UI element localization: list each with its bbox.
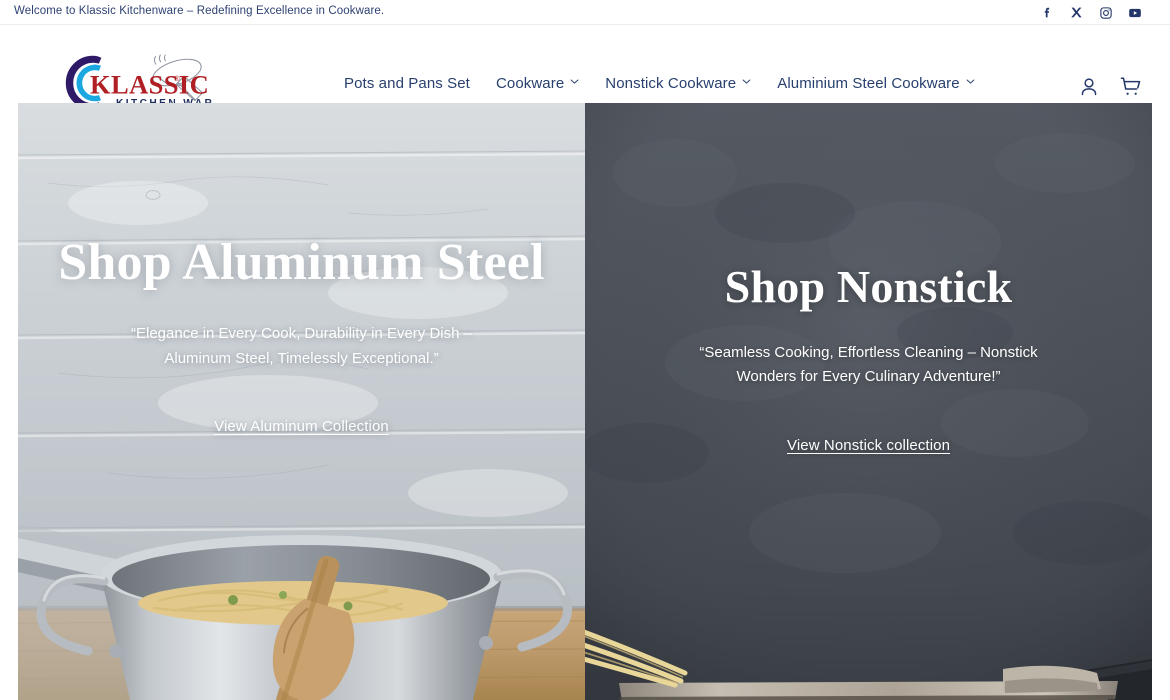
x-twitter-icon[interactable]	[1069, 5, 1084, 20]
nav-label: Pots and Pans Set	[344, 75, 470, 92]
chevron-down-icon	[966, 77, 975, 86]
announcement-bar: Welcome to Klassic Kitchenware – Redefin…	[0, 0, 1170, 25]
hero-panel-nonstick[interactable]: Shop Nonstick “Seamless Cooking, Effortl…	[585, 103, 1152, 700]
nav-item-cookware[interactable]: Cookware	[496, 75, 579, 92]
account-icon[interactable]	[1077, 74, 1100, 99]
nav-item-nonstick-cookware[interactable]: Nonstick Cookware	[605, 75, 751, 92]
nav-label: Nonstick Cookware	[605, 75, 737, 92]
facebook-icon[interactable]	[1040, 5, 1055, 20]
cart-icon[interactable]	[1119, 74, 1142, 99]
hero-panel-aluminum[interactable]: Shop Aluminum Steel “Elegance in Every C…	[18, 103, 585, 700]
nav-label: Aluminium Steel Cookware	[777, 75, 960, 92]
svg-text:KLASSIC: KLASSIC	[90, 70, 209, 100]
aluminum-panel-content: Shop Aluminum Steel “Elegance in Every C…	[18, 103, 585, 436]
main-navigation: Pots and Pans Set Cookware Nonstick Cook…	[344, 75, 975, 92]
header-actions	[1077, 74, 1142, 99]
nonstick-panel-subtitle: “Seamless Cooking, Effortless Cleaning –…	[699, 343, 1038, 386]
svg-text:®: ®	[175, 75, 181, 83]
social-links	[1040, 0, 1142, 25]
chevron-down-icon	[570, 77, 579, 86]
announcement-text: Welcome to Klassic Kitchenware – Redefin…	[14, 5, 385, 18]
nonstick-panel-content: Shop Nonstick “Seamless Cooking, Effortl…	[585, 103, 1152, 455]
youtube-icon[interactable]	[1127, 5, 1142, 20]
site-header: KLASSIC ® KITCHEN WARE Pots and Pans Set…	[0, 25, 1170, 111]
nonstick-panel-title: Shop Nonstick	[724, 261, 1013, 312]
instagram-icon[interactable]	[1098, 5, 1113, 20]
chevron-down-icon	[742, 77, 751, 86]
nav-item-aluminium-steel-cookware[interactable]: Aluminium Steel Cookware	[777, 75, 975, 92]
aluminum-panel-subtitle: “Elegance in Every Cook, Durability in E…	[131, 325, 472, 367]
nav-label: Cookware	[495, 75, 565, 92]
view-nonstick-collection-link[interactable]: View Nonstick collection	[787, 437, 950, 454]
aluminum-panel-title: Shop Aluminum Steel	[58, 234, 545, 291]
view-aluminum-collection-link[interactable]: View Aluminum Collection	[214, 418, 389, 435]
hero-section: Shop Aluminum Steel “Elegance in Every C…	[18, 103, 1152, 700]
nav-item-pots-and-pans-set[interactable]: Pots and Pans Set	[344, 75, 470, 92]
